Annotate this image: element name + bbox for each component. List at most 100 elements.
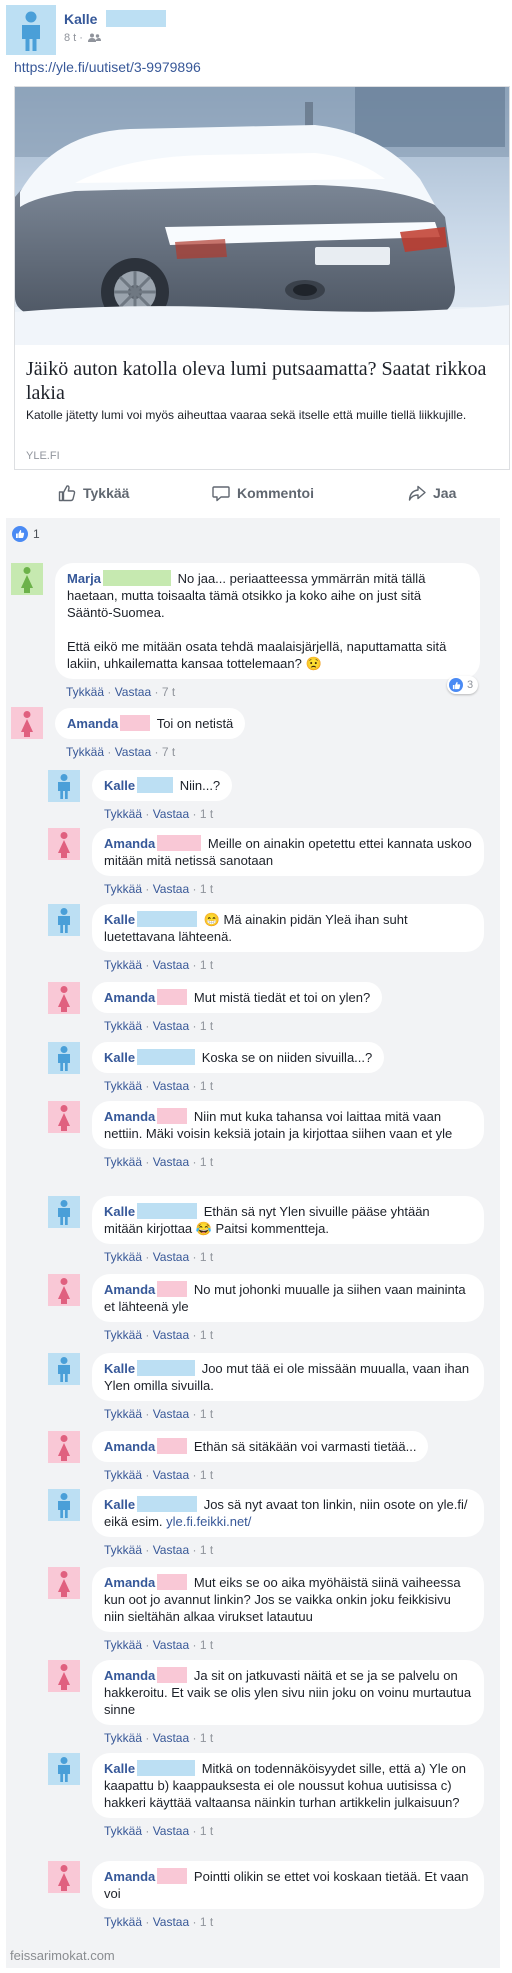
comment-reply-link[interactable]: Vastaa bbox=[153, 807, 189, 821]
comment-like-link[interactable]: Tykkää bbox=[104, 1079, 142, 1093]
comment-reaction-count[interactable]: 3 bbox=[447, 676, 479, 694]
comment-time[interactable]: 1 t bbox=[200, 1155, 213, 1169]
comment-bubble-icon bbox=[212, 486, 230, 502]
article-title[interactable]: Jäikö auton katolla oleva lumi putsaamat… bbox=[26, 357, 502, 405]
post-author-name[interactable]: Kalle bbox=[64, 11, 97, 27]
reply-avatar-amanda[interactable] bbox=[48, 1274, 80, 1306]
comment-reply-link[interactable]: Vastaa bbox=[153, 882, 189, 896]
comment-time[interactable]: 1 t bbox=[200, 1468, 213, 1482]
comment-time[interactable]: 1 t bbox=[200, 1543, 213, 1557]
reply-avatar-kalle[interactable] bbox=[48, 1196, 80, 1228]
comment-time[interactable]: 1 t bbox=[200, 1328, 213, 1342]
comment-author[interactable]: Amanda bbox=[104, 1282, 155, 1297]
comment-reply-link[interactable]: Vastaa bbox=[153, 1468, 189, 1482]
comment-like-link[interactable]: Tykkää bbox=[104, 1915, 142, 1929]
reply-avatar-kalle[interactable] bbox=[48, 904, 80, 936]
commenter-avatar-amanda[interactable] bbox=[11, 707, 43, 739]
reply-avatar-kalle[interactable] bbox=[48, 1489, 80, 1521]
post-author-avatar[interactable] bbox=[6, 5, 56, 55]
post-timestamp[interactable]: 8 t · bbox=[64, 32, 102, 44]
like-button[interactable]: Tykkää bbox=[58, 478, 129, 508]
comment-time[interactable]: 1 t bbox=[200, 1250, 213, 1264]
comment-like-link[interactable]: Tykkää bbox=[104, 1638, 142, 1652]
comment-like-link[interactable]: Tykkää bbox=[104, 1407, 142, 1421]
comment-reply-link[interactable]: Vastaa bbox=[153, 1731, 189, 1745]
comment-time[interactable]: 7 t bbox=[162, 745, 175, 759]
reply-avatar-amanda[interactable] bbox=[48, 1567, 80, 1599]
comment-like-link[interactable]: Tykkää bbox=[104, 1250, 142, 1264]
comment-time[interactable]: 1 t bbox=[200, 1731, 213, 1745]
reply-avatar-amanda[interactable] bbox=[48, 982, 80, 1014]
comment-time[interactable]: 1 t bbox=[200, 1019, 213, 1033]
comment-author[interactable]: Amanda bbox=[104, 836, 155, 851]
comment-reply-link[interactable]: Vastaa bbox=[153, 1019, 189, 1033]
comment-author[interactable]: Kalle bbox=[104, 1497, 135, 1512]
comment-author[interactable]: Amanda bbox=[104, 990, 155, 1005]
comment-author[interactable]: Kalle bbox=[104, 1204, 135, 1219]
comment-reply-link[interactable]: Vastaa bbox=[153, 1155, 189, 1169]
comment-reply-link[interactable]: Vastaa bbox=[153, 1824, 189, 1838]
comment-reply-link[interactable]: Vastaa bbox=[153, 1915, 189, 1929]
comment-reply-link[interactable]: Vastaa bbox=[153, 1328, 189, 1342]
thumbs-up-icon bbox=[58, 485, 76, 502]
post-url-link[interactable]: https://yle.fi/uutiset/3-9979896 bbox=[14, 59, 201, 75]
comment-author[interactable]: Kalle bbox=[104, 1761, 135, 1776]
comment-author[interactable]: Marja bbox=[67, 571, 101, 586]
comment-like-link[interactable]: Tykkää bbox=[104, 958, 142, 972]
link-preview-card[interactable]: Jäikö auton katolla oleva lumi putsaamat… bbox=[14, 86, 510, 470]
reply-avatar-kalle[interactable] bbox=[48, 1753, 80, 1785]
comment-button[interactable]: Kommentoi bbox=[212, 478, 314, 508]
comment-like-link[interactable]: Tykkää bbox=[104, 1019, 142, 1033]
comment-time[interactable]: 1 t bbox=[200, 882, 213, 896]
comment-author[interactable]: Amanda bbox=[104, 1575, 155, 1590]
comment-reply-link[interactable]: Vastaa bbox=[153, 1638, 189, 1652]
comment-like-link[interactable]: Tykkää bbox=[104, 1824, 142, 1838]
comment-like-link[interactable]: Tykkää bbox=[104, 1543, 142, 1557]
comment-reply-link[interactable]: Vastaa bbox=[115, 685, 151, 699]
reply-avatar-kalle[interactable] bbox=[48, 1353, 80, 1385]
comment-reply-link[interactable]: Vastaa bbox=[153, 1543, 189, 1557]
comment-reply-link[interactable]: Vastaa bbox=[153, 1250, 189, 1264]
comment-time[interactable]: 1 t bbox=[200, 1079, 213, 1093]
reply-avatar-amanda[interactable] bbox=[48, 1101, 80, 1133]
comment-author[interactable]: Amanda bbox=[67, 716, 118, 731]
post-likes-summary[interactable]: 1 bbox=[12, 526, 40, 542]
comment-author[interactable]: Amanda bbox=[104, 1668, 155, 1683]
commenter-avatar-marja[interactable] bbox=[11, 563, 43, 595]
comment-reply-link[interactable]: Vastaa bbox=[115, 745, 151, 759]
comment-like-link[interactable]: Tykkää bbox=[66, 745, 104, 759]
comment-link[interactable]: yle.fi.feikki.net/ bbox=[163, 1514, 251, 1529]
comment-time[interactable]: 1 t bbox=[200, 1638, 213, 1652]
comment-like-link[interactable]: Tykkää bbox=[104, 1328, 142, 1342]
comment-like-link[interactable]: Tykkää bbox=[104, 882, 142, 896]
comment-author[interactable]: Kalle bbox=[104, 912, 135, 927]
comment-time[interactable]: 7 t bbox=[162, 685, 175, 699]
comment-like-link[interactable]: Tykkää bbox=[104, 1155, 142, 1169]
comment-author[interactable]: Kalle bbox=[104, 1361, 135, 1376]
share-button[interactable]: Jaa bbox=[408, 478, 456, 508]
comment-reply-link[interactable]: Vastaa bbox=[153, 1407, 189, 1421]
comment-like-link[interactable]: Tykkää bbox=[104, 1468, 142, 1482]
reply-avatar-amanda[interactable] bbox=[48, 828, 80, 860]
comment-author[interactable]: Kalle bbox=[104, 1050, 135, 1065]
comment-like-link[interactable]: Tykkää bbox=[104, 807, 142, 821]
reply-avatar-kalle[interactable] bbox=[48, 1042, 80, 1074]
comment-author[interactable]: Amanda bbox=[104, 1439, 155, 1454]
comment-like-link[interactable]: Tykkää bbox=[66, 685, 104, 699]
comment-time[interactable]: 1 t bbox=[200, 807, 213, 821]
reply-avatar-amanda[interactable] bbox=[48, 1660, 80, 1692]
comment-author[interactable]: Kalle bbox=[104, 778, 135, 793]
comment-time[interactable]: 1 t bbox=[200, 1824, 213, 1838]
comment-reply-link[interactable]: Vastaa bbox=[153, 1079, 189, 1093]
comment-reply-link[interactable]: Vastaa bbox=[153, 958, 189, 972]
reply-avatar-amanda[interactable] bbox=[48, 1431, 80, 1463]
comment-time[interactable]: 1 t bbox=[200, 958, 213, 972]
reply-avatar-amanda[interactable] bbox=[48, 1861, 80, 1893]
comment-like-link[interactable]: Tykkää bbox=[104, 1731, 142, 1745]
reply-avatar-kalle[interactable] bbox=[48, 770, 80, 802]
post-time[interactable]: 8 t · bbox=[64, 32, 83, 44]
comment-time[interactable]: 1 t bbox=[200, 1915, 213, 1929]
comment-time[interactable]: 1 t bbox=[200, 1407, 213, 1421]
comment-author[interactable]: Amanda bbox=[104, 1109, 155, 1124]
comment-author[interactable]: Amanda bbox=[104, 1869, 155, 1884]
